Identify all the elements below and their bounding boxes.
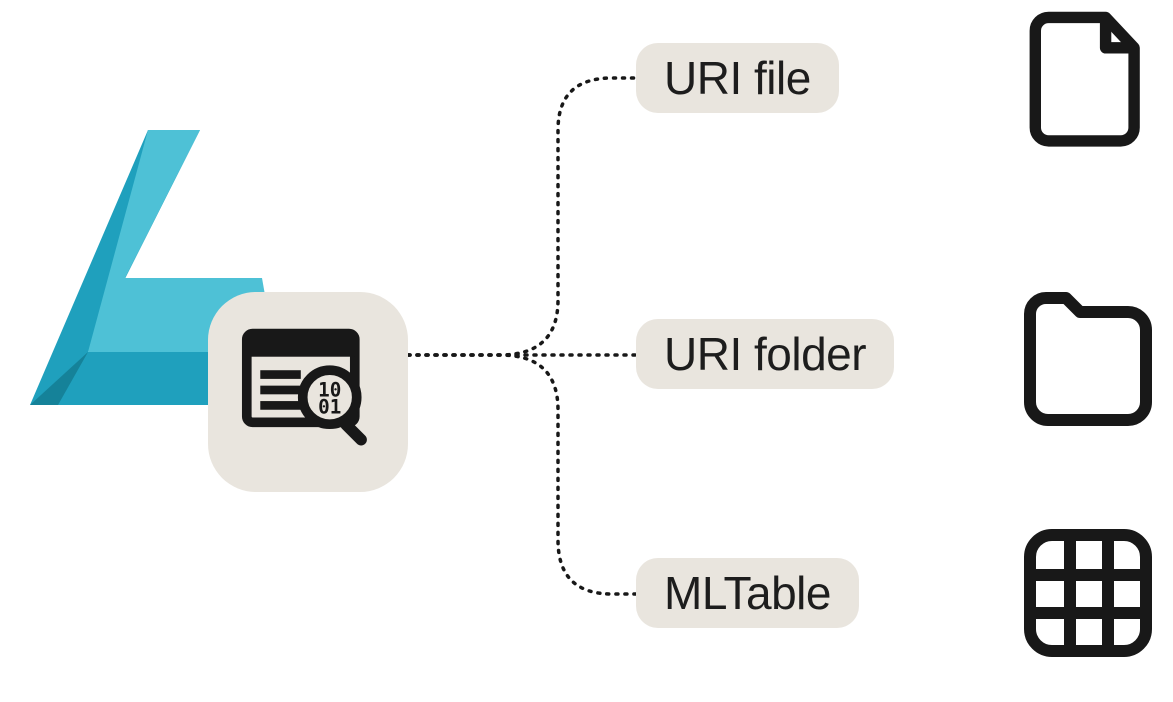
svg-text:01: 01 [318, 396, 341, 419]
label-text: MLTable [664, 567, 831, 619]
file-icon [1018, 11, 1158, 151]
diagram-canvas: 10 01 URI file URI folder MLTable [0, 0, 1173, 702]
label-text: URI file [664, 52, 811, 104]
folder-icon [1018, 286, 1158, 426]
data-asset-tile: 10 01 [208, 292, 408, 492]
data-inspect-icon: 10 01 [241, 322, 376, 462]
label-mltable: MLTable [636, 558, 859, 628]
label-text: URI folder [664, 328, 866, 380]
table-icon [1018, 523, 1158, 663]
label-uri-folder: URI folder [636, 319, 894, 389]
label-uri-file: URI file [636, 43, 839, 113]
